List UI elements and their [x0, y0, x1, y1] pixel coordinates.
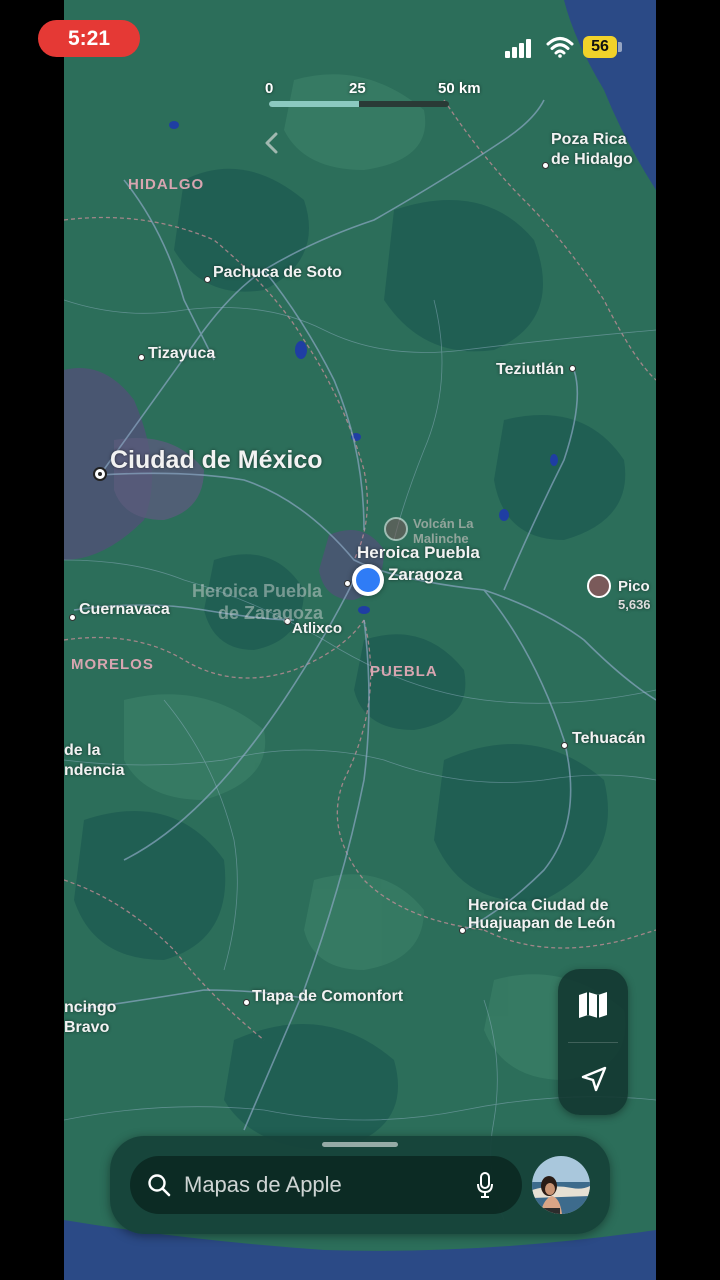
map-icon[interactable]: [578, 991, 608, 1019]
city-label-cdmx[interactable]: Ciudad de México: [110, 446, 323, 475]
chevron-left-icon[interactable]: [262, 132, 282, 154]
city-label-cuernavaca[interactable]: Cuernavaca: [79, 601, 170, 619]
city-label-tizayuca[interactable]: Tizayuca: [148, 345, 215, 363]
city-label-teziutlan[interactable]: Teziutlán: [496, 361, 564, 379]
poi-label-pico-2: 5,636: [618, 597, 651, 612]
city-label-tehuacan[interactable]: Tehuacán: [572, 730, 646, 748]
search-input[interactable]: Mapas de Apple: [130, 1156, 522, 1214]
cellular-signal-icon: [505, 39, 531, 58]
map-screen[interactable]: 0 25 50 km HIDALGO MORELOS PUEBLA Poza R…: [64, 0, 656, 1280]
poi-label-pico-1: Pico: [618, 578, 650, 595]
volcano-poi-icon[interactable]: [384, 517, 408, 541]
city-label-puebla-2[interactable]: Zaragoza: [388, 565, 463, 585]
state-label-morelos: MORELOS: [71, 656, 154, 673]
city-label-tlapa[interactable]: Tlapa de Comonfort: [252, 988, 403, 1006]
city-label-atlixco[interactable]: Atlixco: [292, 620, 342, 637]
map-controls: [558, 969, 628, 1115]
ghost-label-puebla-1: Heroica Puebla: [192, 581, 323, 601]
city-dot-tizayuca: [138, 354, 145, 361]
city-dot-pachuca: [204, 276, 211, 283]
microphone-icon[interactable]: [476, 1172, 494, 1199]
scale-bar: [269, 101, 449, 107]
user-location-marker[interactable]: [352, 564, 384, 596]
location-arrow-icon[interactable]: [580, 1065, 608, 1093]
city-dot-poza-rica: [542, 162, 549, 169]
city-label-chilpancingo-2[interactable]: Bravo: [64, 1019, 109, 1037]
scale-label-zero: 0: [265, 80, 274, 97]
scale-label-mid: 25: [349, 80, 366, 97]
state-label-puebla: PUEBLA: [370, 663, 438, 680]
scale-bar-fill: [269, 101, 359, 107]
capital-dot-cdmx: [93, 467, 107, 481]
state-label-hidalgo: HIDALGO: [128, 176, 205, 193]
city-label-poza-rica-1[interactable]: Poza Rica: [551, 131, 627, 149]
wifi-icon: [546, 37, 574, 58]
search-icon: [148, 1174, 171, 1197]
city-dot-tlapa: [243, 999, 250, 1006]
battery-level: 56: [583, 36, 617, 58]
battery-wrapper: 56: [583, 36, 617, 58]
city-dot-tehuacan: [561, 742, 568, 749]
user-location-dot: [356, 568, 380, 592]
poi-label-volcan-1: Volcán La: [413, 516, 474, 531]
city-dot-teziutlan: [569, 365, 576, 372]
search-sheet[interactable]: Mapas de Apple: [110, 1136, 610, 1234]
status-time: 5:21: [38, 20, 140, 57]
city-label-puebla-1[interactable]: Heroica Puebla: [357, 543, 480, 563]
city-dot-puebla: [344, 580, 351, 587]
city-label-independencia-2[interactable]: ndencia: [64, 762, 124, 780]
mountain-poi-icon[interactable]: [587, 574, 611, 598]
city-label-huajuapan-1[interactable]: Heroica Ciudad de: [468, 897, 608, 915]
avatar[interactable]: [532, 1156, 590, 1214]
city-label-independencia-1[interactable]: de la: [64, 742, 100, 760]
controls-divider: [568, 1042, 618, 1043]
scale-label-max: 50 km: [438, 80, 481, 97]
city-label-poza-rica-2[interactable]: de Hidalgo: [551, 151, 633, 169]
city-label-chilpancingo-1[interactable]: ncingo: [64, 999, 116, 1017]
sheet-grabber[interactable]: [322, 1142, 398, 1147]
city-dot-cuernavaca: [69, 614, 76, 621]
city-dot-huajuapan: [459, 927, 466, 934]
search-placeholder: Mapas de Apple: [184, 1172, 342, 1197]
city-label-pachuca[interactable]: Pachuca de Soto: [213, 264, 342, 282]
city-label-huajuapan-2[interactable]: Huajuapan de León: [468, 915, 616, 933]
battery-cap: [618, 42, 622, 52]
